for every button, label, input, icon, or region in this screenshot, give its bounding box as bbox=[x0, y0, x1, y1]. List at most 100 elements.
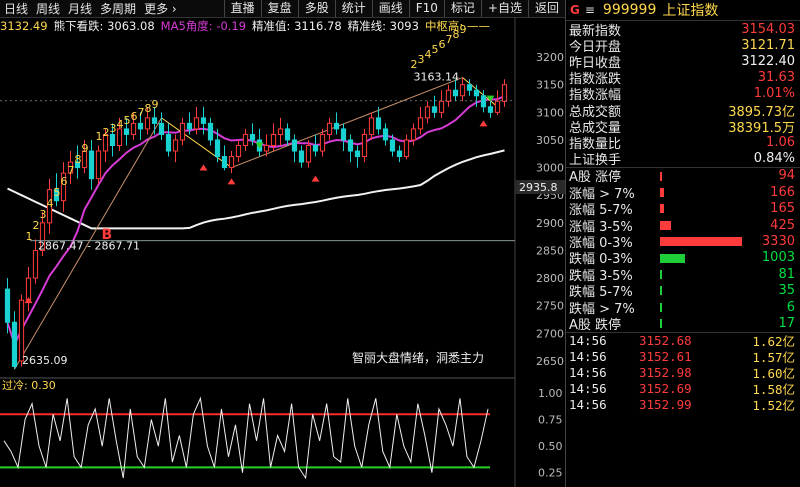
tick-price: 3152.99 bbox=[639, 397, 692, 413]
quote-row: 今日开盘 3121.71 bbox=[566, 37, 800, 55]
candle bbox=[235, 144, 242, 158]
sell-arrow-icon bbox=[255, 142, 264, 149]
oscillator-line bbox=[3, 396, 489, 480]
breadth-label: A股 跌停 bbox=[569, 317, 622, 333]
candle bbox=[193, 117, 200, 130]
candle bbox=[4, 288, 11, 323]
candle bbox=[298, 150, 305, 163]
buy-arrow-icon bbox=[24, 297, 33, 304]
candle bbox=[263, 144, 270, 152]
candle bbox=[459, 84, 466, 97]
count-label: 8 bbox=[75, 153, 82, 166]
quote-row: 指数量比 1.06 bbox=[566, 134, 800, 152]
quote-value: 0.84% bbox=[753, 151, 795, 167]
count-label: 8 bbox=[145, 102, 152, 115]
breadth-row: 跌幅 3-5% 81 bbox=[566, 266, 800, 284]
osc-tick-label: 0.75 bbox=[538, 414, 563, 427]
candle bbox=[375, 117, 382, 130]
kline-chart[interactable]: 1234567891 2 3 4 5 6 7 8 92 3 4 5 6 7 8 9 2650270027502… bbox=[0, 0, 565, 487]
quote-row: 上证换手 0.84% bbox=[566, 151, 800, 169]
y-tick-label: 2750 bbox=[536, 300, 564, 313]
menu-icon[interactable]: ≡ bbox=[585, 3, 595, 17]
count-label: 7 bbox=[446, 33, 453, 46]
quote-value: 31.63 bbox=[757, 70, 795, 86]
tick-price: 3152.98 bbox=[639, 365, 692, 381]
buy-arrow-icon bbox=[479, 120, 488, 127]
count-label: 5 bbox=[54, 186, 61, 199]
count-label: 6 bbox=[131, 110, 138, 123]
market-breadth: A股 涨停 94 涨幅 > 7% 166 涨幅 5-7% 165 涨幅 3-5% 425 涨幅 … bbox=[566, 168, 800, 333]
candle bbox=[473, 89, 480, 97]
quote-label: 上证换手 bbox=[569, 153, 622, 169]
candle bbox=[347, 139, 354, 152]
quote-value: 3122.40 bbox=[741, 53, 795, 69]
tick-price: 3152.69 bbox=[639, 381, 692, 397]
breadth-value: 1003 bbox=[761, 250, 795, 266]
count-label: 1 bbox=[96, 130, 103, 143]
quote-value: 38391.5万 bbox=[728, 120, 795, 136]
y-tick-label: 2850 bbox=[536, 244, 564, 257]
candle bbox=[221, 156, 228, 169]
candle bbox=[179, 122, 186, 141]
oscillator-title: 过冷: 0.30 bbox=[2, 379, 56, 392]
count-label: 4 bbox=[47, 197, 54, 210]
candle bbox=[88, 150, 95, 180]
candle bbox=[11, 321, 18, 367]
candle bbox=[200, 117, 207, 124]
watermark-text: 智丽大盘情绪，洞悉主力 bbox=[352, 350, 484, 365]
y-tick-label: 3200 bbox=[536, 51, 564, 64]
tick-price: 3152.61 bbox=[639, 349, 692, 365]
price-marker: 2935.8 bbox=[519, 181, 558, 194]
candle bbox=[452, 89, 459, 97]
count-label: 6 bbox=[439, 38, 446, 51]
candle bbox=[291, 139, 298, 152]
candle bbox=[389, 139, 396, 152]
candle bbox=[186, 122, 193, 130]
y-tick-label: 2900 bbox=[536, 217, 564, 230]
breadth-value: 35 bbox=[778, 283, 795, 299]
quote-panel: G ≡ 999999 上证指数 最新指数 3154.03 今日开盘 3121.71 昨日… bbox=[565, 0, 800, 487]
count-label: 7 bbox=[68, 164, 75, 177]
breadth-value: 94 bbox=[778, 168, 795, 184]
osc-tick-label: 0.50 bbox=[538, 440, 563, 453]
candle bbox=[137, 122, 144, 130]
ma-short-line bbox=[6, 95, 505, 348]
breadth-bar bbox=[660, 237, 742, 247]
tick-price: 3152.68 bbox=[639, 333, 692, 349]
count-label: 3 bbox=[418, 53, 425, 66]
count-label: 6 bbox=[61, 175, 68, 188]
candle bbox=[228, 156, 235, 169]
breadth-bar bbox=[660, 188, 665, 198]
candle bbox=[214, 139, 221, 158]
candle bbox=[144, 117, 151, 130]
count-label: 3 bbox=[110, 122, 117, 135]
candle bbox=[116, 128, 123, 146]
index-name: 上证指数 bbox=[662, 3, 719, 19]
y-tick-label: 3050 bbox=[536, 134, 564, 147]
candle bbox=[277, 128, 284, 135]
candle bbox=[242, 133, 249, 146]
y-tick-label: 2800 bbox=[536, 272, 564, 285]
count-label: 2 bbox=[33, 219, 40, 232]
count-label: 9 bbox=[460, 23, 467, 36]
count-label: 5 bbox=[124, 114, 131, 127]
buy-arrow-icon bbox=[227, 178, 236, 185]
candle bbox=[123, 128, 130, 135]
candle bbox=[165, 133, 172, 152]
tick-time: 14:56 bbox=[569, 381, 607, 397]
candle bbox=[25, 277, 32, 301]
candle bbox=[480, 95, 487, 108]
panel-title: G ≡ 999999 上证指数 bbox=[566, 0, 800, 21]
breadth-row: 跌幅 5-7% 35 bbox=[566, 282, 800, 300]
candle bbox=[410, 128, 417, 141]
count-label: 7 bbox=[138, 106, 145, 119]
count-label: 9 bbox=[82, 142, 89, 155]
candle bbox=[249, 133, 256, 141]
count-label: 4 bbox=[117, 118, 124, 131]
breadth-value: 17 bbox=[778, 315, 795, 331]
candle bbox=[207, 122, 214, 141]
quote-row: 最新指数 3154.03 bbox=[566, 21, 800, 39]
breadth-row: 涨幅 5-7% 165 bbox=[566, 200, 800, 218]
candle bbox=[333, 122, 340, 130]
candle bbox=[361, 133, 368, 158]
